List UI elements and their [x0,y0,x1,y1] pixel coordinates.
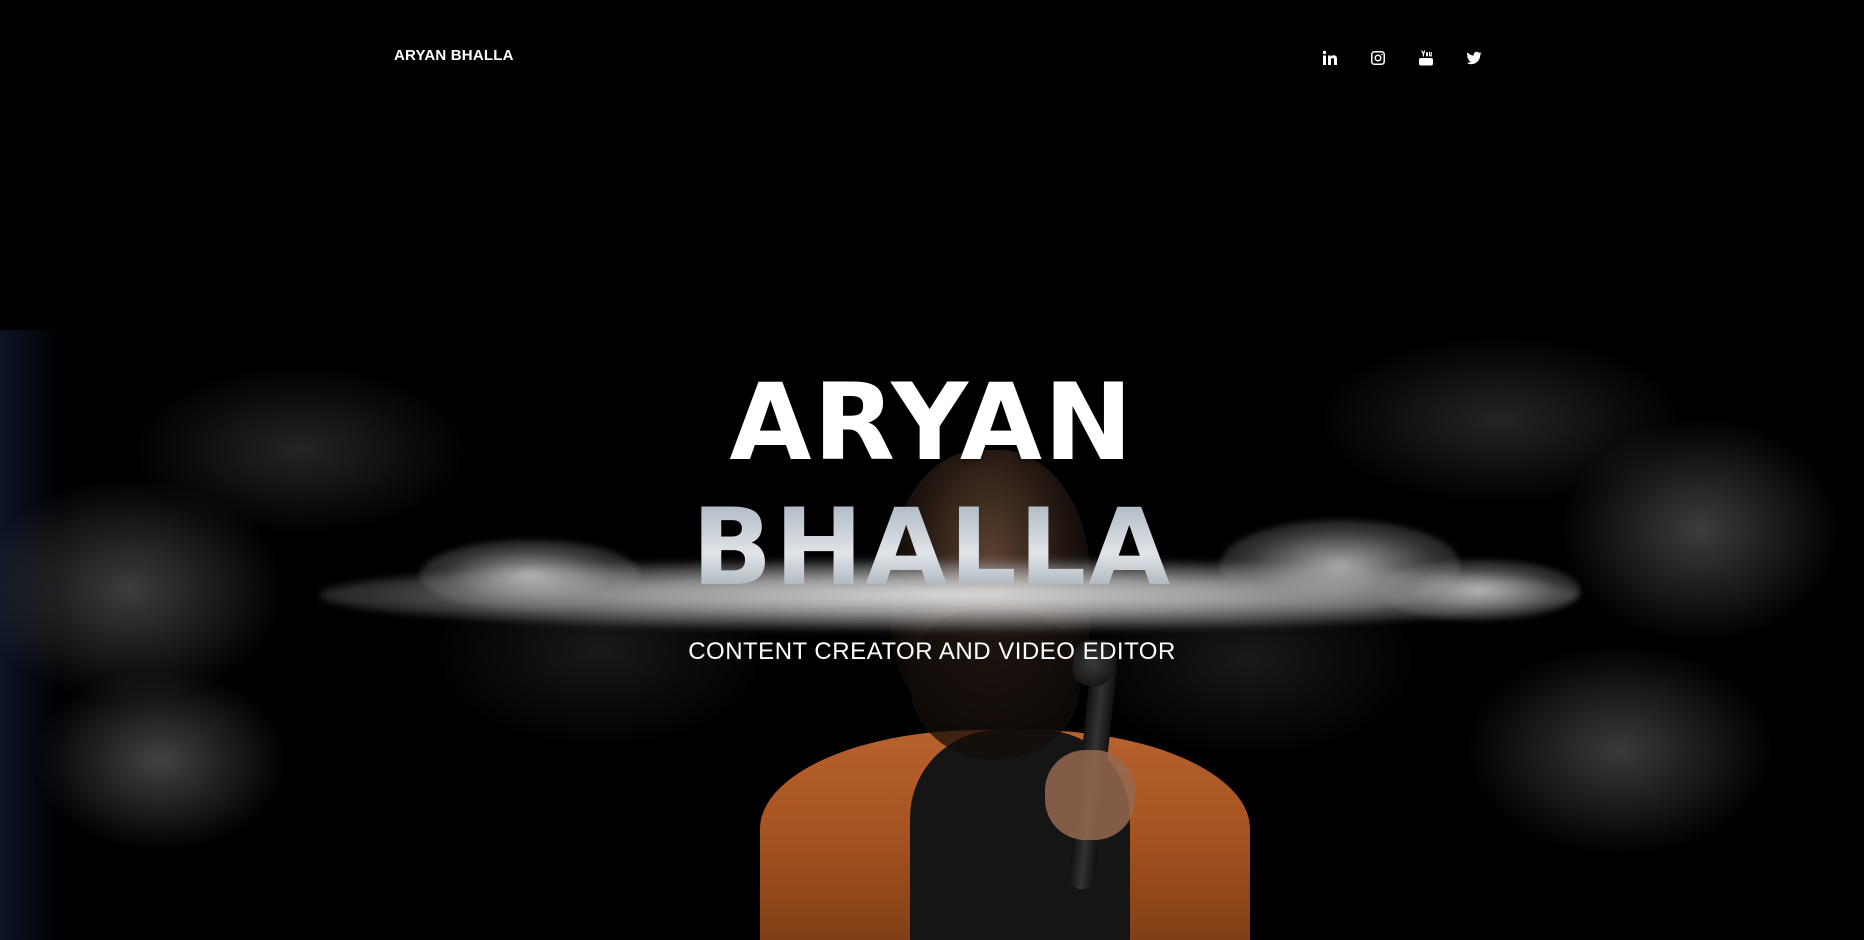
linkedin-icon [1322,50,1337,65]
twitter-link[interactable] [1450,47,1498,69]
person-hand [1045,750,1135,840]
hero-subtitle: CONTENT CREATOR AND VIDEO EDITOR [688,638,1176,665]
hero-page: ARYAN BHALLA ARYAN BHALLA CONTENT CREATO… [0,0,1864,940]
instagram-link[interactable] [1354,47,1402,69]
linkedin-link[interactable] [1306,47,1354,69]
hero-last-name: BHALLA [0,495,1864,601]
youtube-icon [1419,50,1433,66]
twitter-icon [1466,51,1482,65]
nav-brand-link[interactable]: ARYAN BHALLA [394,47,514,64]
person-beard [910,610,1080,760]
social-links [1306,47,1498,69]
youtube-link[interactable] [1402,47,1450,69]
hero-first-name: ARYAN [729,361,1135,484]
instagram-icon [1371,51,1385,65]
